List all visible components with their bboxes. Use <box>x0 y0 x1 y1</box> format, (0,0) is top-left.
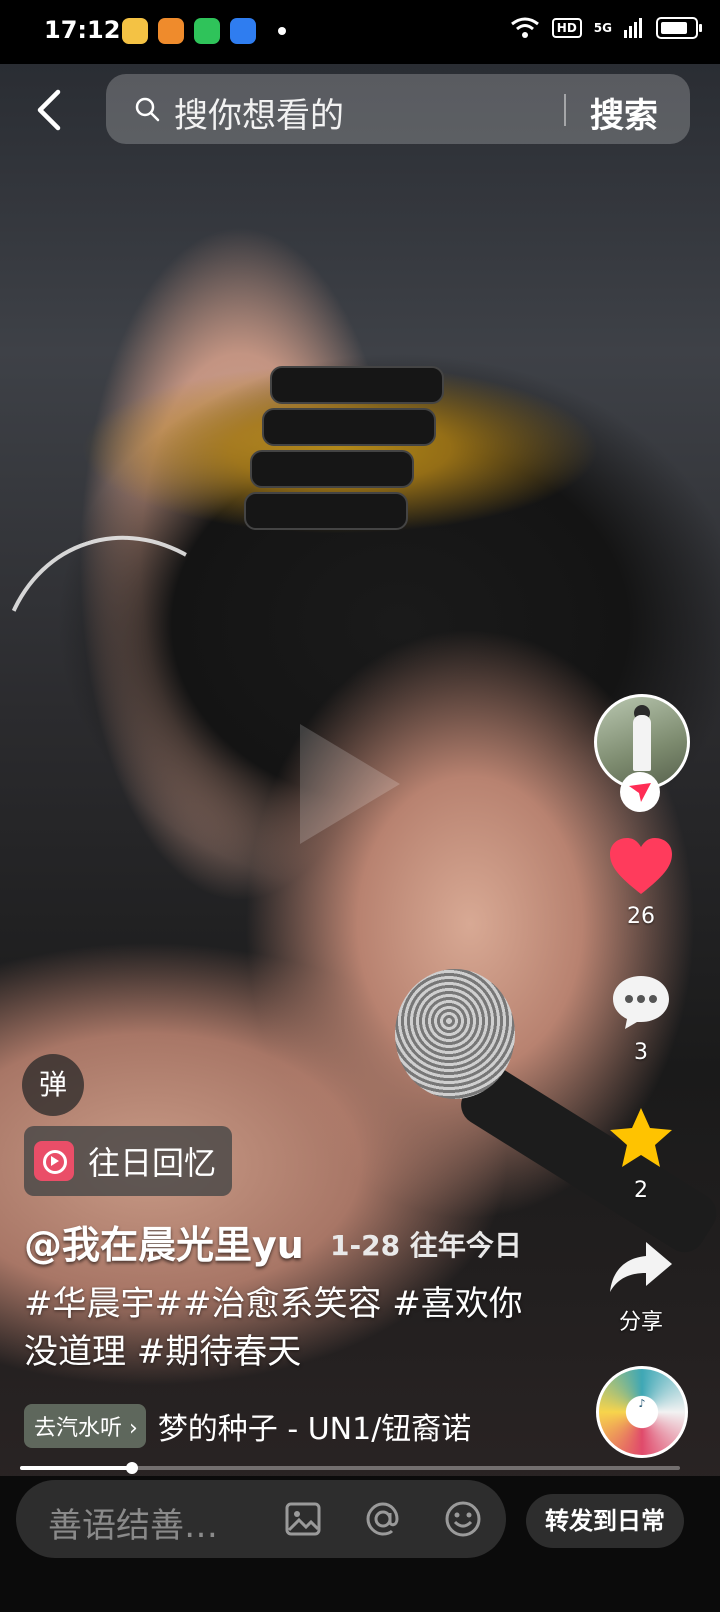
memory-tag-label: 往日回忆 <box>88 1144 217 1182</box>
memory-tag[interactable]: 往日回忆 <box>24 1126 233 1196</box>
like-action[interactable]: 26 <box>596 836 686 929</box>
forward-to-daily-button[interactable]: 转发到日常 <box>526 1494 684 1548</box>
star-icon[interactable] <box>608 1106 674 1170</box>
back-icon[interactable] <box>30 86 74 134</box>
wifi-icon <box>510 17 539 38</box>
avatar-figure-body <box>633 715 651 771</box>
battery-icon <box>656 17 702 39</box>
follow-button[interactable] <box>620 772 660 812</box>
danmu-toggle-button[interactable]: 弹 <box>22 1054 84 1116</box>
video-frame-strap <box>0 500 310 876</box>
battery-level <box>661 22 687 34</box>
mention-icon[interactable] <box>364 1500 402 1538</box>
comment-bubble-icon[interactable] <box>609 972 673 1032</box>
search-icon <box>135 97 160 122</box>
weibo-app-icon <box>158 18 184 44</box>
comment-count: 3 <box>634 1040 648 1065</box>
video-frame-bracelet <box>270 366 444 404</box>
memory-replay-icon <box>34 1141 74 1181</box>
notes-app-icon <box>122 18 148 44</box>
listen-in-app-chip[interactable]: 去汽水听 › <box>24 1404 146 1448</box>
hd-badge: HD <box>551 18 582 38</box>
share-action[interactable]: 分享 <box>596 1240 686 1336</box>
comment-placeholder: 善语结善… <box>48 1506 218 1546</box>
video-frame-bracelet <box>250 450 414 488</box>
green-app-icon <box>194 18 220 44</box>
status-app-icons <box>122 18 286 44</box>
search-input[interactable]: 搜你想看的 <box>174 88 344 137</box>
bottom-bar: 善语结善… 转发到日常 <box>0 1476 720 1612</box>
listen-in-app-label: 去汽水听 <box>34 1416 123 1441</box>
comment-input[interactable]: 善语结善… <box>16 1480 506 1558</box>
like-count: 26 <box>627 904 655 929</box>
music-name[interactable]: 梦的种子 - UN1/钮裔诺 <box>158 1404 472 1448</box>
video-frame-bracelet <box>244 492 408 530</box>
comment-action[interactable]: 3 <box>596 972 686 1065</box>
status-indicators: HD 5G <box>510 16 702 40</box>
signal-icon <box>624 18 642 38</box>
music-row[interactable]: 去汽水听 › 梦的种子 - UN1/钮裔诺 <box>24 1404 471 1448</box>
music-disc-cover-art: ♪ <box>638 1397 646 1410</box>
music-disc[interactable]: ♪ <box>596 1366 688 1458</box>
video-frame-microphone <box>395 969 515 1099</box>
progress-fill <box>20 1466 133 1470</box>
date-tag: 1-28 往年今日 <box>330 1229 522 1262</box>
favorite-count: 2 <box>634 1178 648 1203</box>
wallet-app-icon <box>230 18 256 44</box>
network-type: 5G <box>593 21 612 35</box>
share-label: 分享 <box>618 1310 663 1335</box>
progress-bar[interactable] <box>20 1462 680 1474</box>
image-icon[interactable] <box>284 1500 322 1538</box>
favorite-action[interactable]: 2 <box>596 1106 686 1203</box>
notification-dot-icon <box>278 27 286 35</box>
heart-icon[interactable] <box>608 836 674 896</box>
video-frame-bracelet <box>262 408 436 446</box>
status-bar: 17:12 HD 5G <box>0 0 720 64</box>
play-icon[interactable] <box>300 724 400 844</box>
search-bar[interactable]: 搜你想看的 搜索 <box>106 74 690 144</box>
status-time: 17:12 <box>44 16 121 44</box>
search-button[interactable]: 搜索 <box>590 88 658 137</box>
share-arrow-icon[interactable] <box>608 1240 674 1296</box>
author-name[interactable]: @我在晨光里yu <box>24 1214 304 1269</box>
video-caption[interactable]: #华晨宇##治愈系笑容 #喜欢你没道理 #期待春天 <box>24 1280 544 1376</box>
emoji-icon[interactable] <box>444 1500 482 1538</box>
paper-plane-icon <box>629 783 651 802</box>
search-divider <box>564 94 566 126</box>
